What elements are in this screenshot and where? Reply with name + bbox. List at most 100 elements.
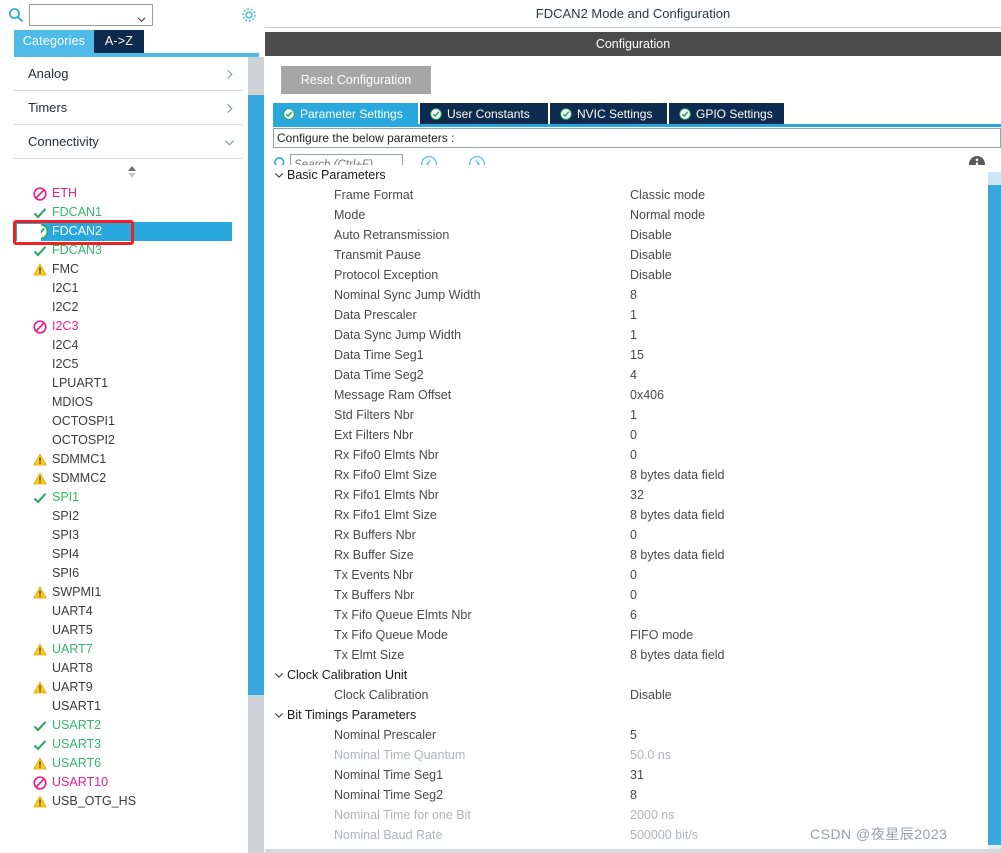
peripheral-item-spi3[interactable]: SPI3 xyxy=(14,526,232,545)
parameter-row[interactable]: Auto Retransmission Disable xyxy=(273,225,993,245)
chevron-down-icon[interactable] xyxy=(273,165,285,185)
parameter-row[interactable]: Data Sync Jump Width 1 xyxy=(273,325,993,345)
left-scrollbar-thumb[interactable] xyxy=(248,95,264,695)
reset-configuration-button[interactable]: Reset Configuration xyxy=(281,66,431,94)
parameter-row[interactable]: Protocol Exception Disable xyxy=(273,265,993,285)
peripheral-item-fmc[interactable]: FMC xyxy=(14,260,232,279)
parameter-row[interactable]: Tx Elmt Size 8 bytes data field xyxy=(273,645,993,665)
parameter-row[interactable]: Std Filters Nbr 1 xyxy=(273,405,993,425)
peripheral-item-sdmmc1[interactable]: SDMMC1 xyxy=(14,450,232,469)
peripheral-item-usart1[interactable]: USART1 xyxy=(14,697,232,716)
parameter-value[interactable]: Disable xyxy=(630,265,672,285)
peripheral-item-usart10[interactable]: USART10 xyxy=(14,773,232,792)
parameter-row[interactable]: Mode Normal mode xyxy=(273,205,993,225)
peripheral-item-usb_otg_hs[interactable]: USB_OTG_HS xyxy=(14,792,232,811)
gear-icon[interactable] xyxy=(239,5,259,25)
chevron-down-icon[interactable] xyxy=(273,705,285,725)
parameter-value[interactable]: 1 xyxy=(630,305,637,325)
parameter-value[interactable]: 4 xyxy=(630,365,637,385)
parameter-value[interactable]: 0 xyxy=(630,585,637,605)
parameter-value[interactable]: 6 xyxy=(630,605,637,625)
peripheral-item-uart9[interactable]: UART9 xyxy=(14,678,232,697)
parameter-value[interactable]: Disable xyxy=(630,225,672,245)
peripheral-item-spi1[interactable]: SPI1 xyxy=(14,488,232,507)
peripheral-item-octospi1[interactable]: OCTOSPI1 xyxy=(14,412,232,431)
parameter-value[interactable]: 0x406 xyxy=(630,385,664,405)
parameter-value[interactable]: Disable xyxy=(630,245,672,265)
parameter-value[interactable]: Classic mode xyxy=(630,185,705,205)
parameter-row[interactable]: Rx Fifo1 Elmts Nbr 32 xyxy=(273,485,993,505)
parameter-value[interactable]: 0 xyxy=(630,425,637,445)
peripheral-item-uart8[interactable]: UART8 xyxy=(14,659,232,678)
parameter-row[interactable]: Data Prescaler 1 xyxy=(273,305,993,325)
parameter-value[interactable]: 31 xyxy=(630,765,644,785)
parameter-value[interactable]: FIFO mode xyxy=(630,625,693,645)
sort-updown-icon[interactable] xyxy=(123,165,141,179)
right-scrollbar-thumb[interactable] xyxy=(988,185,1001,845)
parameter-value[interactable]: 1 xyxy=(630,405,637,425)
parameter-value[interactable]: 8 bytes data field xyxy=(630,545,725,565)
parameter-value[interactable]: 8 bytes data field xyxy=(630,505,725,525)
parameter-row[interactable]: Tx Events Nbr 0 xyxy=(273,565,993,585)
tab-a-to-z[interactable]: A->Z xyxy=(94,30,144,53)
parameter-value[interactable]: 15 xyxy=(630,345,644,365)
parameter-value[interactable]: 8 bytes data field xyxy=(630,645,725,665)
tab-categories[interactable]: Categories xyxy=(14,30,94,53)
parameter-row[interactable]: Rx Buffer Size 8 bytes data field xyxy=(273,545,993,565)
component-search-input[interactable] xyxy=(30,6,130,24)
parameter-value[interactable]: 8 bytes data field xyxy=(630,465,725,485)
parameter-row[interactable]: Nominal Prescaler 5 xyxy=(273,725,993,745)
peripheral-item-uart4[interactable]: UART4 xyxy=(14,602,232,621)
parameter-value[interactable]: 0 xyxy=(630,525,637,545)
parameter-row[interactable]: Nominal Time Seg1 31 xyxy=(273,765,993,785)
parameter-row[interactable]: Ext Filters Nbr 0 xyxy=(273,425,993,445)
peripheral-item-i2c5[interactable]: I2C5 xyxy=(14,355,232,374)
parameter-value[interactable]: 32 xyxy=(630,485,644,505)
parameter-row[interactable]: Frame Format Classic mode xyxy=(273,185,993,205)
peripheral-item-lpuart1[interactable]: LPUART1 xyxy=(14,374,232,393)
parameter-row[interactable]: Transmit Pause Disable xyxy=(273,245,993,265)
peripheral-item-usart2[interactable]: USART2 xyxy=(14,716,232,735)
parameter-row[interactable]: Rx Fifo1 Elmt Size 8 bytes data field xyxy=(273,505,993,525)
peripheral-item-octospi2[interactable]: OCTOSPI2 xyxy=(14,431,232,450)
parameter-row[interactable]: Rx Fifo0 Elmts Nbr 0 xyxy=(273,445,993,465)
parameter-row[interactable]: Rx Buffers Nbr 0 xyxy=(273,525,993,545)
component-search-combo[interactable] xyxy=(29,4,153,26)
parameter-row[interactable]: Tx Buffers Nbr 0 xyxy=(273,585,993,605)
parameter-group-header[interactable]: Basic Parameters xyxy=(273,165,993,185)
parameter-value[interactable]: 8 xyxy=(630,285,637,305)
peripheral-item-i2c2[interactable]: I2C2 xyxy=(14,298,232,317)
peripheral-item-fdcan1[interactable]: FDCAN1 xyxy=(14,203,232,222)
peripheral-item-spi4[interactable]: SPI4 xyxy=(14,545,232,564)
category-item-timers[interactable]: Timers xyxy=(14,91,243,125)
parameter-group-header[interactable]: Clock Calibration Unit xyxy=(273,665,993,685)
peripheral-item-spi6[interactable]: SPI6 xyxy=(14,564,232,583)
peripheral-item-fdcan3[interactable]: FDCAN3 xyxy=(14,241,232,260)
tab-nvic-settings[interactable]: NVIC Settings xyxy=(550,103,667,124)
parameter-value[interactable]: 5 xyxy=(630,725,637,745)
parameter-row[interactable]: Nominal Sync Jump Width 8 xyxy=(273,285,993,305)
category-item-connectivity[interactable]: Connectivity xyxy=(14,125,243,159)
peripheral-item-sdmmc2[interactable]: SDMMC2 xyxy=(14,469,232,488)
tab-user-constants[interactable]: User Constants xyxy=(420,103,548,124)
peripheral-item-usart6[interactable]: USART6 xyxy=(14,754,232,773)
parameter-value[interactable]: 0 xyxy=(630,445,637,465)
parameter-row[interactable]: Data Time Seg2 4 xyxy=(273,365,993,385)
parameter-row[interactable]: Tx Fifo Queue Mode FIFO mode xyxy=(273,625,993,645)
peripheral-item-fdcan2[interactable]: FDCAN2 xyxy=(14,222,232,241)
peripheral-item-mdios[interactable]: MDIOS xyxy=(14,393,232,412)
peripheral-item-eth[interactable]: ETH xyxy=(14,184,232,203)
peripheral-item-spi2[interactable]: SPI2 xyxy=(14,507,232,526)
parameter-row[interactable]: Data Time Seg1 15 xyxy=(273,345,993,365)
peripheral-item-uart5[interactable]: UART5 xyxy=(14,621,232,640)
peripheral-item-i2c1[interactable]: I2C1 xyxy=(14,279,232,298)
parameter-row[interactable]: Nominal Time Seg2 8 xyxy=(273,785,993,805)
parameter-value[interactable]: Normal mode xyxy=(630,205,705,225)
parameter-row[interactable]: Clock Calibration Disable xyxy=(273,685,993,705)
tab-parameter-settings[interactable]: Parameter Settings xyxy=(273,103,418,124)
parameter-table[interactable]: Basic Parameters Frame Format Classic mode… xyxy=(273,165,993,853)
parameter-group-header[interactable]: Bit Timings Parameters xyxy=(273,705,993,725)
peripheral-item-usart3[interactable]: USART3 xyxy=(14,735,232,754)
parameter-row[interactable]: Tx Fifo Queue Elmts Nbr 6 xyxy=(273,605,993,625)
tab-gpio-settings[interactable]: GPIO Settings xyxy=(669,103,784,124)
